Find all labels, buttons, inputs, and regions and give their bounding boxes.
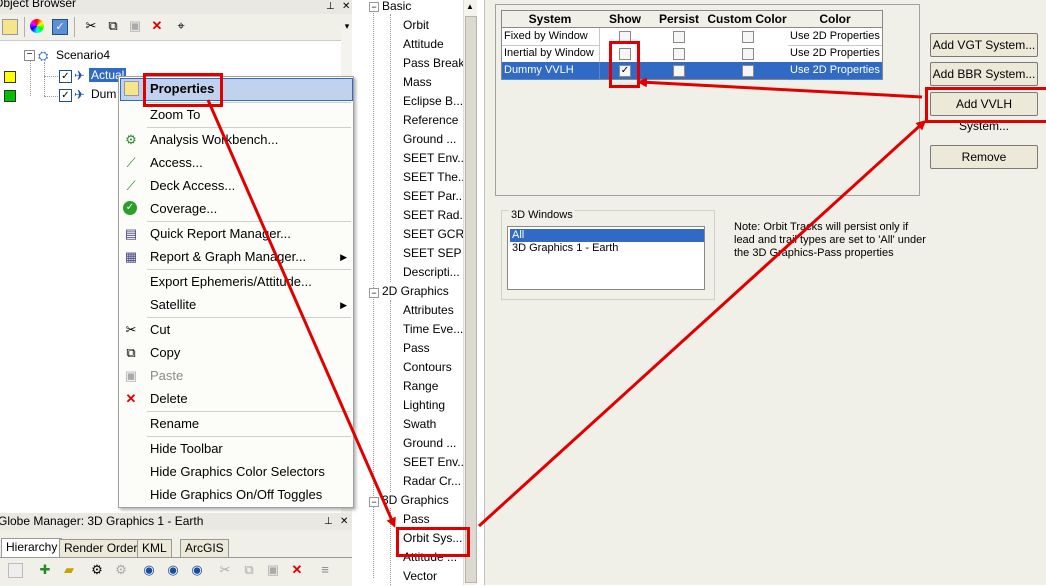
annotation-arrows (206, 77, 927, 528)
arrow-add-vvlh-to-show-checkbox (637, 77, 923, 99)
arrow-orbit-systems-to-add-vvlh (477, 119, 927, 528)
arrow-properties-to-orbit-systems (206, 99, 396, 528)
